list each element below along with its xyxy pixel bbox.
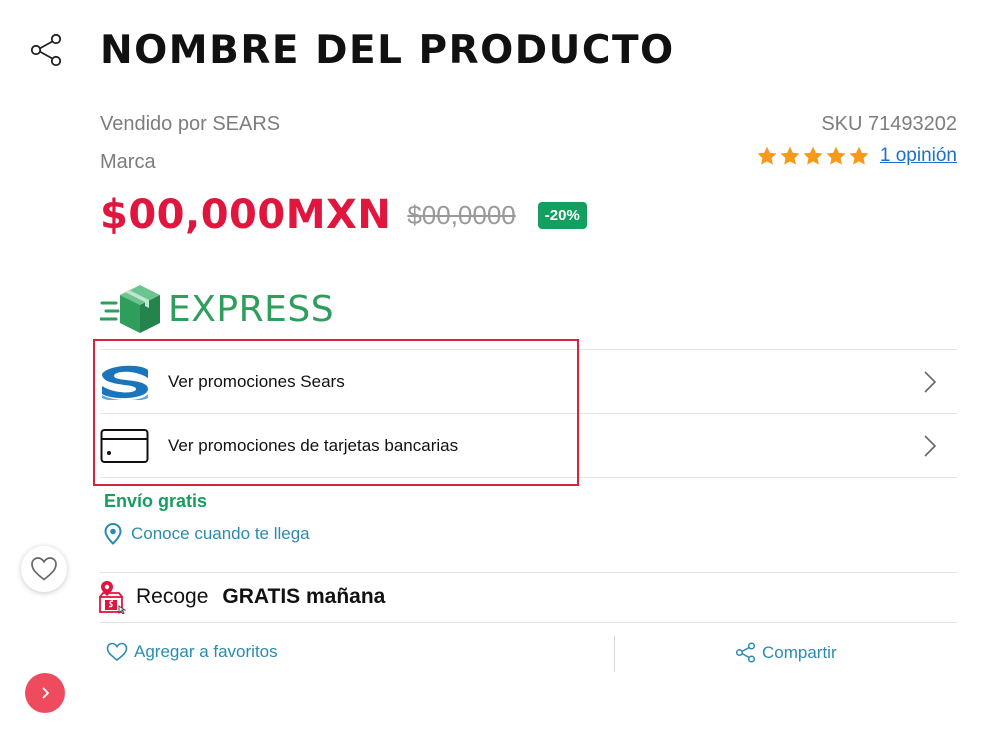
promo-label: Ver promociones Sears bbox=[168, 372, 345, 391]
sears-promotions-row[interactable]: Ver promociones Sears bbox=[100, 350, 957, 414]
heart-icon bbox=[106, 642, 128, 662]
star-icon bbox=[826, 146, 846, 165]
share-label: Compartir bbox=[762, 642, 837, 662]
promo-label: Ver promociones de tarjetas bancarias bbox=[168, 436, 459, 455]
chevron-right-icon bbox=[924, 371, 937, 393]
favorites-label: Agregar a favoritos bbox=[134, 642, 278, 661]
star-icon bbox=[780, 146, 800, 165]
delivery-estimate-link[interactable]: Conoce cuando te llega bbox=[104, 523, 310, 545]
chevron-right-icon bbox=[42, 687, 50, 699]
pickup-timing: GRATIS mañana bbox=[222, 585, 386, 608]
sku-text: SKU 71493202 bbox=[821, 113, 957, 135]
price-row: $00,000MXN $00,0000 -20% bbox=[100, 192, 587, 238]
divider bbox=[100, 572, 957, 573]
reviews-link[interactable]: 1 opinión bbox=[880, 145, 957, 167]
favorite-heart-button[interactable] bbox=[21, 546, 67, 592]
star-icon bbox=[803, 146, 823, 165]
current-price: $00,000MXN bbox=[100, 192, 392, 238]
add-to-favorites-button[interactable]: Agregar a favoritos bbox=[106, 642, 278, 662]
heart-icon bbox=[31, 557, 57, 581]
express-label: EXPRESS bbox=[168, 288, 335, 330]
share-icon[interactable] bbox=[28, 32, 64, 68]
original-price: $00,0000 bbox=[407, 199, 516, 230]
action-separator bbox=[614, 636, 615, 672]
seller-text: Vendido por SEARS bbox=[100, 113, 281, 135]
rating: 1 opinión bbox=[756, 145, 957, 167]
delivery-estimate-label: Conoce cuando te llega bbox=[131, 524, 310, 543]
credit-card-icon bbox=[100, 426, 150, 466]
express-badge: EXPRESS bbox=[100, 279, 334, 339]
product-title: NOMBRE DEL PRODUCTO bbox=[100, 28, 675, 73]
brand-text: Marca bbox=[100, 151, 156, 173]
share-icon bbox=[735, 642, 756, 663]
star-icon bbox=[849, 146, 869, 165]
next-button[interactable] bbox=[25, 673, 65, 713]
store-pickup-icon bbox=[99, 581, 126, 614]
free-shipping-label: Envío gratis bbox=[104, 491, 208, 511]
discount-badge: -20% bbox=[537, 201, 587, 229]
bank-card-promotions-row[interactable]: Ver promociones de tarjetas bancarias bbox=[100, 414, 957, 478]
star-rating bbox=[756, 145, 870, 167]
store-pickup: Recoge GRATIS mañana bbox=[98, 580, 385, 614]
express-box-icon bbox=[100, 285, 160, 333]
divider bbox=[100, 622, 957, 623]
location-pin-icon bbox=[104, 523, 122, 545]
chevron-right-icon bbox=[924, 435, 937, 457]
pickup-label: Recoge bbox=[136, 585, 209, 608]
divider bbox=[100, 477, 957, 478]
star-icon bbox=[757, 146, 777, 165]
sears-logo-icon bbox=[100, 362, 150, 402]
share-button[interactable]: Compartir bbox=[735, 642, 837, 663]
bottom-actions: Agregar a favoritos Compartir bbox=[100, 636, 957, 672]
